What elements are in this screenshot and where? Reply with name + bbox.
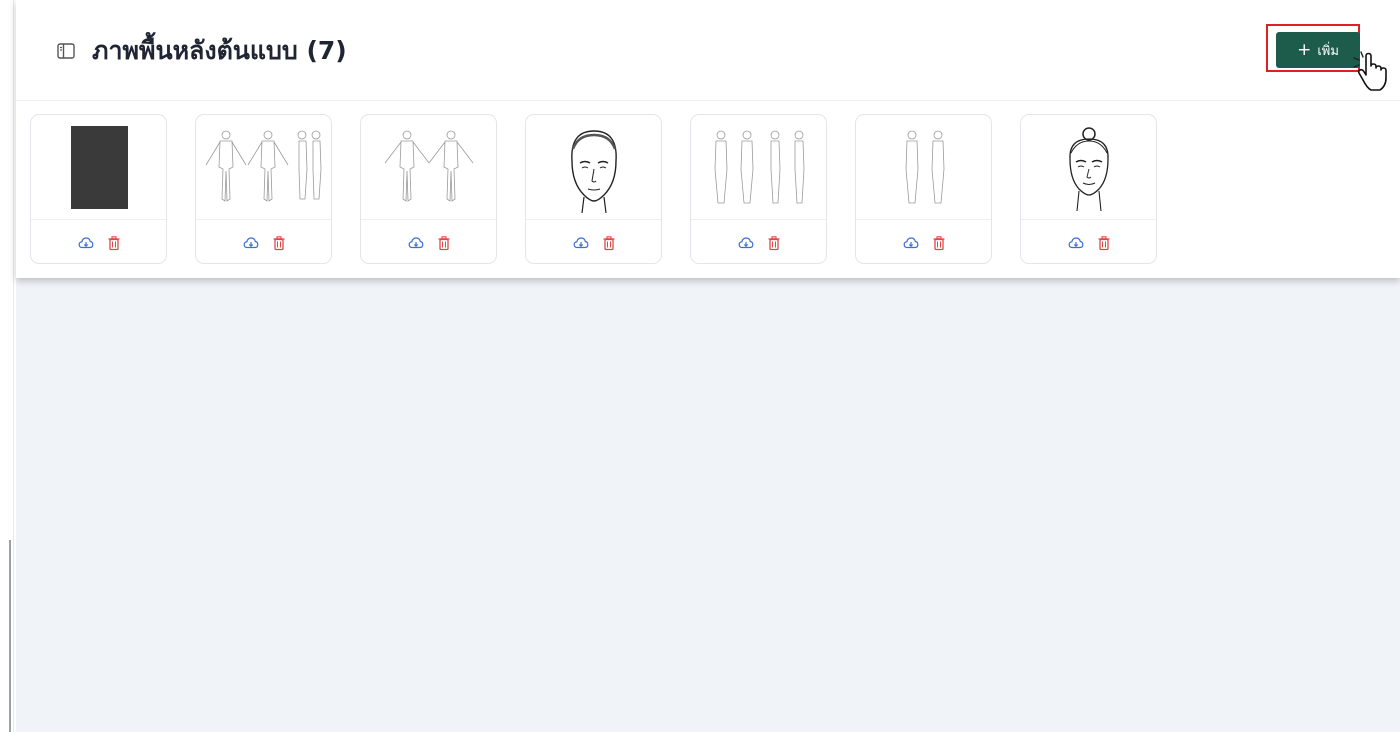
add-button-label: เพิ่ม (1317, 43, 1339, 59)
body-outline-image (384, 130, 474, 202)
download-cloud-icon[interactable] (573, 235, 589, 251)
page-title: ภาพพื้นหลังต้นแบบ (7) (92, 36, 347, 65)
download-cloud-icon[interactable] (1068, 235, 1084, 251)
card-actions (196, 220, 331, 263)
card-actions (1021, 220, 1156, 263)
template-thumbnail[interactable] (856, 115, 991, 220)
body-outline-image (205, 130, 322, 202)
template-card[interactable] (1020, 114, 1157, 264)
trash-icon[interactable] (436, 235, 452, 251)
download-cloud-icon[interactable] (408, 235, 424, 251)
templates-panel: ภาพพื้นหลังต้นแบบ (7) + เพิ่ม (16, 0, 1400, 278)
template-thumbnail[interactable] (31, 115, 166, 220)
trash-icon[interactable] (106, 235, 122, 251)
rail-divider (13, 0, 14, 732)
template-card[interactable] (855, 114, 992, 264)
add-button[interactable]: + เพิ่ม (1276, 32, 1360, 68)
trash-icon[interactable] (601, 235, 617, 251)
card-actions (526, 220, 661, 263)
template-card[interactable] (30, 114, 167, 264)
template-card[interactable] (525, 114, 662, 264)
download-cloud-icon[interactable] (903, 235, 919, 251)
panel-layout-icon (57, 43, 75, 59)
template-card[interactable] (195, 114, 332, 264)
download-cloud-icon[interactable] (738, 235, 754, 251)
female-body-image (905, 130, 945, 204)
trash-icon[interactable] (766, 235, 782, 251)
trash-icon[interactable] (271, 235, 287, 251)
download-cloud-icon[interactable] (78, 235, 94, 251)
female-body-image (714, 130, 805, 204)
template-thumbnail[interactable] (196, 115, 331, 220)
left-rail (0, 0, 16, 732)
template-thumbnail[interactable] (691, 115, 826, 220)
download-cloud-icon[interactable] (243, 235, 259, 251)
template-thumbnail[interactable] (1021, 115, 1156, 220)
dark-rectangle-image (71, 126, 128, 209)
trash-icon[interactable] (1096, 235, 1112, 251)
template-card[interactable] (360, 114, 497, 264)
scroll-indicator[interactable] (9, 540, 11, 732)
male-face-image (571, 130, 617, 213)
card-actions (361, 220, 496, 263)
female-face-image (1069, 127, 1109, 211)
template-thumbnail[interactable] (361, 115, 496, 220)
trash-icon[interactable] (931, 235, 947, 251)
card-actions (856, 220, 991, 263)
card-actions (31, 220, 166, 263)
template-thumbnail[interactable] (526, 115, 661, 220)
template-card[interactable] (690, 114, 827, 264)
panel-header: ภาพพื้นหลังต้นแบบ (7) + เพิ่ม (16, 0, 1400, 101)
plus-icon: + (1297, 39, 1312, 60)
card-actions (691, 220, 826, 263)
hand-cursor-icon (1353, 51, 1387, 91)
